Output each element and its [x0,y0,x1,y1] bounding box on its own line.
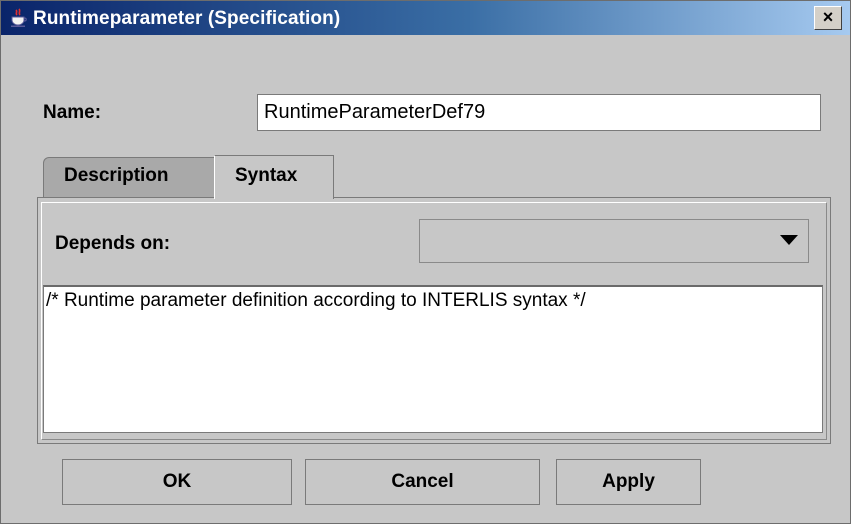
close-button[interactable]: × [814,6,842,30]
title-bar[interactable]: Runtimeparameter (Specification) × [1,1,850,35]
name-label: Name: [43,102,102,123]
apply-button[interactable]: Apply [556,459,701,505]
tab-syntax[interactable]: Syntax [214,155,334,199]
ok-button[interactable]: OK [62,459,292,505]
java-cup-icon [11,8,27,27]
syntax-editor[interactable]: /* Runtime parameter definition accordin… [43,285,823,433]
tab-description[interactable]: Description [43,157,216,197]
depends-on-dropdown[interactable] [419,219,809,263]
close-icon: × [822,7,834,27]
name-input[interactable] [257,94,821,131]
chevron-down-icon[interactable] [780,235,798,245]
cancel-button[interactable]: Cancel [305,459,540,505]
depends-on-label: Depends on: [55,233,171,254]
window-title: Runtimeparameter (Specification) [33,8,341,29]
runtime-parameter-dialog: Runtimeparameter (Specification) × Name:… [0,0,851,524]
